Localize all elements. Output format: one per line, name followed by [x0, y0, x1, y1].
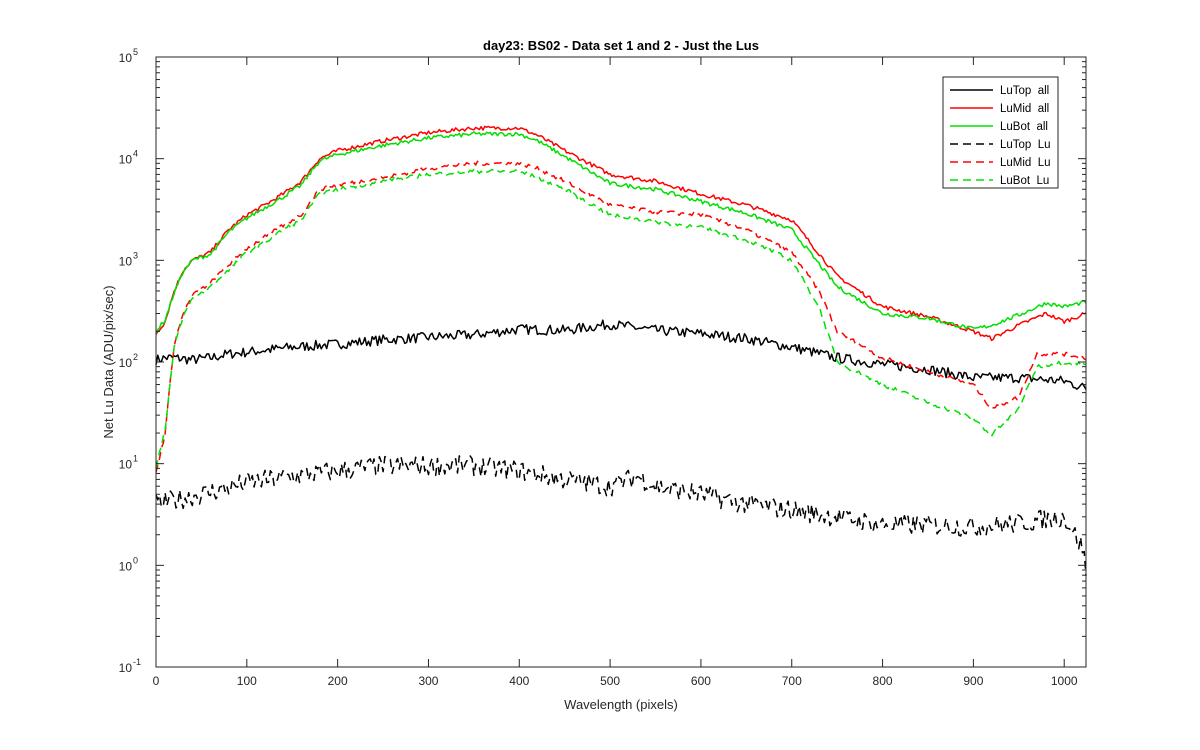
legend-entry-label: LuBot all	[1000, 121, 1048, 133]
y-tick-base: 10	[119, 661, 133, 675]
y-tick-exp: 1	[133, 454, 138, 464]
y-tick-exp: 0	[133, 555, 138, 565]
x-tick-label: 1000	[1051, 674, 1078, 688]
y-tick-base: 10	[119, 458, 133, 472]
legend: LuTop all LuMid all LuBot all LuTop Lu LuMid…	[942, 76, 1059, 189]
x-tick-label: 700	[782, 674, 802, 688]
y-tick-base: 10	[119, 356, 133, 370]
x-tick-label: 900	[963, 674, 983, 688]
y-tick-exp: -1	[133, 657, 141, 667]
x-tick-label: 100	[237, 674, 257, 688]
legend-entry-label: LuMid Lu	[1000, 157, 1051, 169]
x-tick-label: 500	[600, 674, 620, 688]
x-tick-label: 600	[691, 674, 711, 688]
y-axis-label: Net Lu Data (ADU/pix/sec)	[101, 285, 116, 438]
x-tick-label: 400	[509, 674, 529, 688]
y-tick-base: 10	[119, 254, 133, 268]
x-tick-label: 0	[153, 674, 160, 688]
line-chart: 0 100 200 300 400 500 600 700 800 900 100010 -110 01…	[0, 0, 1200, 750]
legend-entry-label: LuMid all	[1000, 103, 1049, 115]
y-tick-exp: 2	[133, 352, 138, 362]
legend-entry-label: LuBot Lu	[1000, 175, 1049, 187]
legend-entry-label: LuTop all	[1000, 85, 1049, 97]
y-tick-exp: 4	[133, 149, 138, 159]
y-tick-base: 10	[119, 51, 133, 65]
y-tick-exp: 3	[133, 250, 138, 260]
y-tick-exp: 5	[133, 47, 138, 57]
y-tick-base: 10	[119, 153, 133, 167]
x-tick-label: 800	[873, 674, 893, 688]
x-tick-label: 300	[418, 674, 438, 688]
legend-entry-label: LuTop Lu	[1000, 139, 1051, 151]
chart-title: day23: BS02 - Data set 1 and 2 - Just th…	[483, 38, 759, 53]
x-axis-label: Wavelength (pixels)	[564, 697, 678, 712]
x-tick-label: 200	[328, 674, 348, 688]
y-tick-base: 10	[119, 559, 133, 573]
